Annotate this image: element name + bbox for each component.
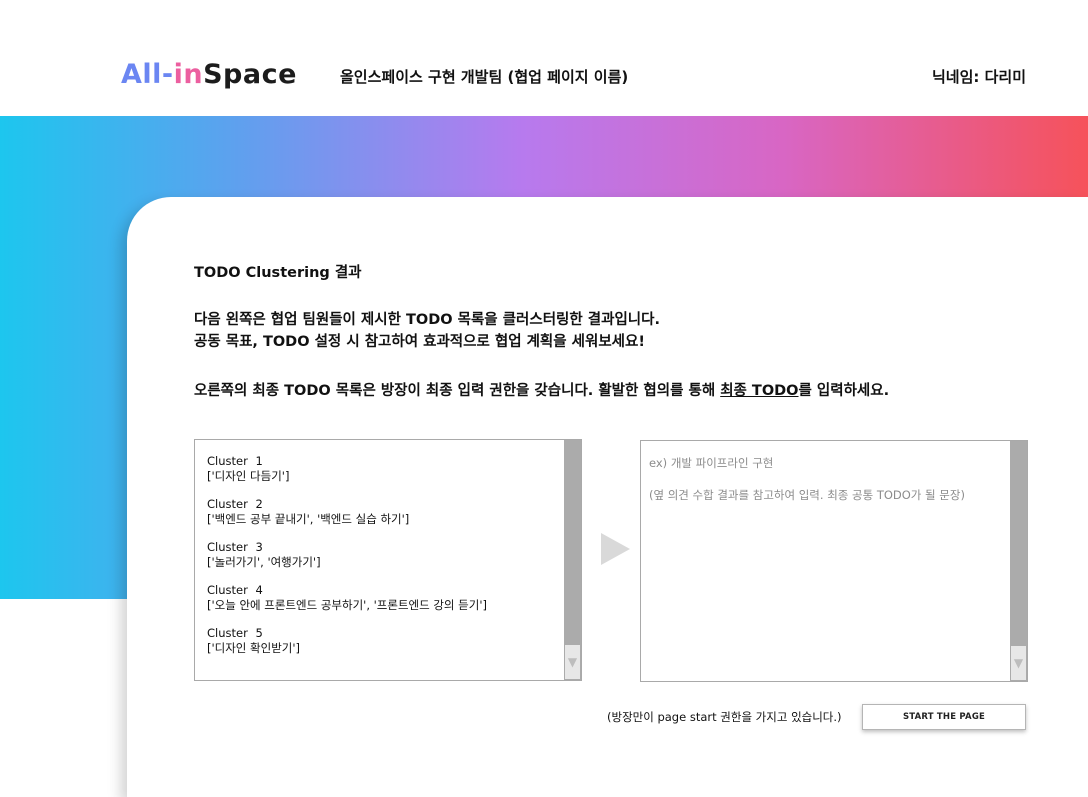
header: All-inSpace 올인스페이스 구현 개발팀 (협업 페이지 이름) 닉네… bbox=[0, 0, 1088, 116]
scrollbar[interactable]: ▼ bbox=[564, 440, 581, 680]
description-line-1: 다음 왼쪽은 협업 팀원들이 제시한 TODO 목록을 클러스터링한 결과입니다… bbox=[194, 312, 660, 328]
placeholder-example: ex) 개발 파이프라인 구현 bbox=[649, 456, 774, 470]
cluster-list: Cluster 1 ['디자인 다듬기'] Cluster 2 ['백엔드 공부… bbox=[207, 454, 557, 669]
arrow-right-icon bbox=[601, 533, 630, 565]
cluster-todos: ['백엔드 공부 끝내기', '백엔드 실습 하기'] bbox=[207, 512, 410, 526]
start-page-button[interactable]: START THE PAGE bbox=[862, 704, 1026, 730]
cluster-name: Cluster 5 bbox=[207, 626, 263, 640]
cluster-item: Cluster 4 ['오늘 안에 프론트엔드 공부하기', '프론트엔드 강의… bbox=[207, 583, 557, 613]
notice-underlined: 최종 TODO bbox=[720, 383, 799, 399]
scroll-down-icon[interactable]: ▼ bbox=[565, 645, 580, 679]
cluster-todos: ['오늘 안에 프론트엔드 공부하기', '프론트엔드 강의 듣기'] bbox=[207, 598, 487, 612]
notice-text: 오른쪽의 최종 TODO 목록은 방장이 최종 입력 권한을 갖습니다. 활발한… bbox=[194, 383, 890, 399]
cluster-result-panel[interactable]: Cluster 1 ['디자인 다듬기'] Cluster 2 ['백엔드 공부… bbox=[194, 439, 582, 681]
scroll-down-icon[interactable]: ▼ bbox=[1011, 646, 1026, 680]
team-title: 올인스페이스 구현 개발팀 (협업 페이지 이름) bbox=[340, 68, 629, 86]
cluster-name: Cluster 3 bbox=[207, 540, 263, 554]
nickname-label: 닉네임: 다리미 bbox=[931, 68, 1026, 86]
description-line-2: 공동 목표, TODO 설정 시 참고하여 효과적으로 협업 계획을 세워보세요… bbox=[194, 334, 645, 350]
placeholder-hint: (옆 의견 수합 결과를 참고하여 입력. 최종 공통 TODO가 될 문장) bbox=[649, 488, 965, 502]
cluster-todos: ['디자인 확인받기'] bbox=[207, 641, 301, 655]
start-permission-note: (방장만이 page start 권한을 가지고 있습니다.) bbox=[607, 710, 842, 724]
final-todo-placeholder[interactable]: ex) 개발 파이프라인 구현 (옆 의견 수합 결과를 참고하여 입력. 최종… bbox=[649, 455, 999, 503]
cluster-item: Cluster 1 ['디자인 다듬기'] bbox=[207, 454, 557, 484]
logo[interactable]: All-inSpace bbox=[121, 57, 297, 93]
final-todo-input[interactable]: ex) 개발 파이프라인 구현 (옆 의견 수합 결과를 참고하여 입력. 최종… bbox=[640, 440, 1028, 682]
cluster-item: Cluster 5 ['디자인 확인받기'] bbox=[207, 626, 557, 656]
cluster-name: Cluster 4 bbox=[207, 583, 263, 597]
cluster-item: Cluster 2 ['백엔드 공부 끝내기', '백엔드 실습 하기'] bbox=[207, 497, 557, 527]
cluster-todos: ['디자인 다듬기'] bbox=[207, 469, 290, 483]
section-title: TODO Clustering 결과 bbox=[194, 265, 362, 281]
cluster-todos: ['놀러가기', '여행가기'] bbox=[207, 555, 321, 569]
cluster-name: Cluster 1 bbox=[207, 454, 263, 468]
scrollbar[interactable]: ▼ bbox=[1010, 441, 1027, 681]
cluster-name: Cluster 2 bbox=[207, 497, 263, 511]
cluster-item: Cluster 3 ['놀러가기', '여행가기'] bbox=[207, 540, 557, 570]
